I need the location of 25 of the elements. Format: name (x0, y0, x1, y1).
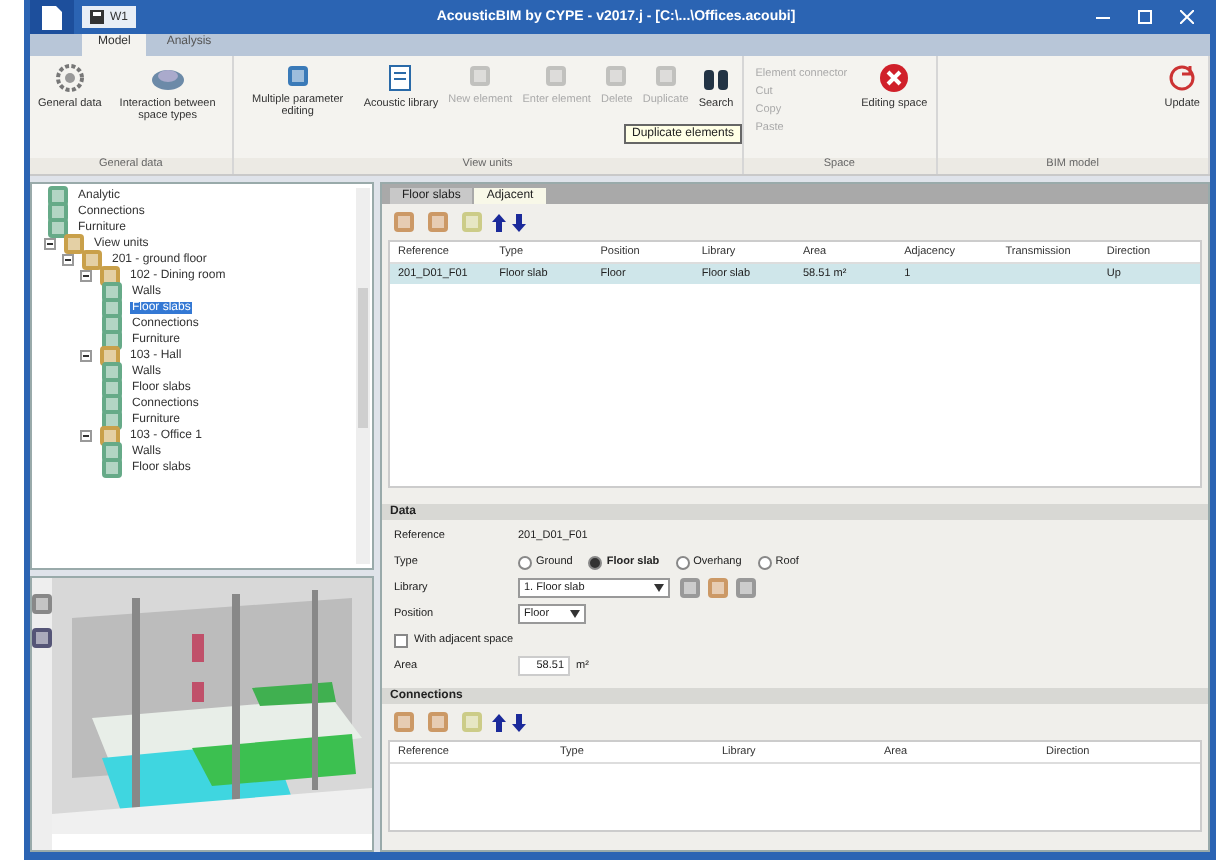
expander-icon[interactable] (80, 270, 92, 282)
element-icon (466, 62, 495, 90)
expander-icon[interactable] (44, 238, 56, 250)
element-icon (542, 62, 571, 90)
gear-icon (53, 62, 86, 94)
close-icon[interactable] (1180, 10, 1194, 24)
up-arrow-icon[interactable] (492, 713, 506, 731)
app-menu-button[interactable] (30, 0, 74, 34)
expander-icon[interactable] (80, 430, 92, 442)
save-icon (90, 10, 104, 24)
refresh-icon (1166, 62, 1199, 94)
maximize-icon[interactable] (1138, 10, 1152, 24)
checkbox[interactable] (394, 633, 408, 647)
up-arrow-icon[interactable] (492, 213, 506, 231)
down-arrow-icon[interactable] (512, 713, 526, 731)
expander-icon[interactable] (62, 254, 74, 266)
expander-icon[interactable] (80, 350, 92, 362)
book-icon (384, 62, 417, 94)
document-icon (42, 5, 62, 29)
element-icon (283, 62, 312, 90)
element-icon (602, 62, 631, 90)
element-icon (651, 62, 680, 90)
close-icon (878, 62, 911, 94)
scrollbar[interactable] (356, 188, 370, 564)
down-arrow-icon[interactable] (512, 213, 526, 231)
